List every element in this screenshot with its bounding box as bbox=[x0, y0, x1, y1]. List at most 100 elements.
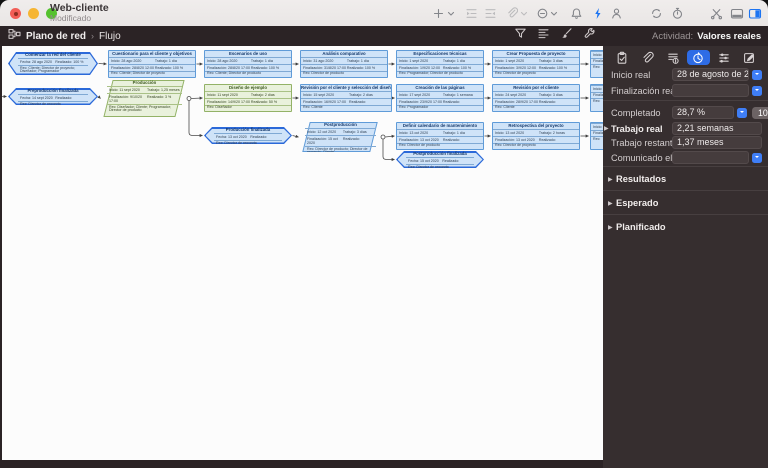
node-title: Revisión por el cliente bbox=[493, 85, 579, 92]
node-title: Definir calendario de mantenimiento bbox=[397, 123, 483, 130]
network-view-icon bbox=[8, 27, 21, 45]
field-label: Completado bbox=[611, 108, 672, 118]
notifications-bell-icon[interactable] bbox=[570, 7, 583, 20]
breadcrumb-view-name[interactable]: Plano de red bbox=[26, 31, 86, 42]
divider bbox=[603, 214, 768, 215]
tab-notes pencil-square-icon[interactable] bbox=[738, 50, 761, 65]
inicio-real-value[interactable]: 28 de agosto de 2020, 0:00 bbox=[672, 68, 749, 81]
outdent-icon[interactable] bbox=[484, 7, 497, 20]
field-completado: Completado 28,7 % 100 % bbox=[611, 106, 762, 119]
node-title: Revisión por el cliente y selección del … bbox=[301, 85, 391, 92]
field-trabajo-real: ▶ Trabajo real 2,21 semanas bbox=[604, 122, 762, 135]
diagram-node-creacion[interactable]: Creación de las páginasInicio: 17 sept 2… bbox=[396, 84, 484, 112]
format-icon[interactable] bbox=[537, 27, 550, 45]
status-circle-icon[interactable] bbox=[536, 7, 549, 20]
diagram-node-m-prod-fin[interactable]: Producción finalizadaFecha: 13 oct 2020R… bbox=[204, 127, 292, 144]
cut-scissors-icon[interactable] bbox=[710, 7, 723, 20]
section-label: Esperado bbox=[616, 198, 658, 208]
diagram-node-m-postprod-fin[interactable]: Postproducción finalizadaFecha: 15 oct 2… bbox=[396, 151, 484, 168]
diagram-node-cut2[interactable]: Inicio: Trabajo: Finalización: Realizado… bbox=[590, 84, 603, 112]
view-options bbox=[514, 26, 596, 46]
finalizacion-real-dropdown-button[interactable] bbox=[752, 86, 762, 96]
settings-wrench-icon[interactable] bbox=[583, 27, 596, 45]
diagram-node-produccion[interactable]: ProducciónInicio: 11 sept 2020Trabajo: 1… bbox=[102, 80, 186, 117]
diagram-node-analisis[interactable]: Análisis comparativoInicio: 31 ago 2020T… bbox=[300, 50, 388, 78]
diagram-node-calendario[interactable]: Definir calendario de mantenimientoInici… bbox=[396, 122, 484, 150]
tab-general clipboard-check-icon[interactable] bbox=[610, 50, 633, 65]
chevron-down-icon[interactable] bbox=[550, 7, 558, 20]
style-brush-icon[interactable] bbox=[560, 27, 573, 45]
breadcrumb-view-style[interactable]: Flujo bbox=[99, 31, 121, 42]
diagram-node-propuesta[interactable]: Crear Propuesta de proyectoInicio: 1 sep… bbox=[492, 50, 580, 78]
diagram-node-cut1[interactable]: Inicio: Trabajo: Finalización: Realizado… bbox=[590, 50, 603, 78]
stopwatch-icon[interactable] bbox=[671, 7, 684, 20]
diagram-node-escenarios[interactable]: Escenarios de usoInicio: 28 ago 2020Trab… bbox=[204, 50, 292, 78]
node-title: Escenarios de uso bbox=[205, 51, 291, 58]
tab-settings sliders-icon[interactable] bbox=[712, 50, 735, 65]
diagram-node-m-preprod[interactable]: Preproducción finalizadaFecha: 14 sept 2… bbox=[8, 88, 98, 105]
diagram-node-m-start[interactable]: Comenzar la red del clienteFecha: 28 ago… bbox=[8, 52, 98, 75]
add-icon[interactable] bbox=[432, 7, 445, 20]
document-status: Modificado bbox=[50, 13, 109, 23]
comunicado-el-dropdown-button[interactable] bbox=[752, 153, 762, 163]
section-label: Planificado bbox=[616, 222, 666, 232]
diagram-node-cut3[interactable]: Inicio: Trabajo: Finalización: Realizado… bbox=[590, 122, 603, 150]
field-finalizacion-real: Finalización real bbox=[611, 84, 762, 97]
disclosure-triangle-icon[interactable]: ▶ bbox=[608, 200, 616, 207]
close-window-button[interactable] bbox=[10, 8, 21, 19]
trabajo-real-value[interactable]: 2,21 semanas bbox=[672, 122, 762, 135]
tab-attachments paperclip-icon[interactable] bbox=[636, 50, 659, 65]
disclosure-triangle-icon[interactable]: ▶ bbox=[608, 224, 616, 231]
diagram-node-cuestionario[interactable]: Cuestionario para el cliente y objetivos… bbox=[108, 50, 196, 78]
panel-bottom-icon[interactable] bbox=[730, 7, 744, 20]
titlebar: Web-cliente Modificado bbox=[0, 0, 768, 27]
node-title: Especificaciones técnicas bbox=[397, 51, 483, 58]
view-bar: Plano de red › Flujo Actividad: Valores … bbox=[0, 26, 768, 46]
field-inicio-real: Inicio real 28 de agosto de 2020, 0:00 bbox=[611, 68, 762, 81]
minimize-window-button[interactable] bbox=[28, 8, 39, 19]
node-title: Producción finalizada bbox=[214, 127, 282, 134]
chevron-down-icon[interactable] bbox=[520, 7, 528, 20]
diagram-node-especificaciones[interactable]: Especificaciones técnicasInicio: 1 sept … bbox=[396, 50, 484, 78]
section-planificado[interactable]: ▶ Planificado bbox=[608, 221, 666, 233]
finalizacion-real-value[interactable] bbox=[672, 84, 749, 97]
section-resultados[interactable]: ▶ Resultados bbox=[608, 173, 666, 185]
main-toolbar bbox=[432, 0, 762, 26]
diagram-node-postproduccion[interactable]: PostproducciónInicio: 12 oct 2020Trabajo… bbox=[300, 122, 380, 152]
comunicado-el-value[interactable] bbox=[672, 151, 749, 164]
diagram-node-diseno[interactable]: Diseño de ejemploInicio: 11 sept 2020Tra… bbox=[204, 84, 292, 112]
completado-value[interactable]: 28,7 % bbox=[672, 106, 734, 119]
sync-icon[interactable] bbox=[650, 7, 663, 20]
diagram-node-retrospectiva[interactable]: Retrospectiva del proyectoInicio: 13 oct… bbox=[492, 122, 580, 150]
node-title: Creación de las páginas bbox=[397, 85, 483, 92]
inicio-real-dropdown-button[interactable] bbox=[752, 70, 762, 80]
divider bbox=[603, 166, 768, 167]
indent-icon[interactable] bbox=[465, 7, 478, 20]
breadcrumb[interactable]: Plano de red › Flujo bbox=[8, 26, 121, 46]
network-canvas[interactable]: Comenzar la red del clienteFecha: 28 ago… bbox=[2, 46, 603, 460]
tab-finances list-coin-icon[interactable] bbox=[661, 50, 684, 65]
filter-icon[interactable] bbox=[514, 27, 527, 45]
field-label: Comunicado el bbox=[611, 153, 672, 163]
diagram-node-revision-cliente[interactable]: Revisión por el clienteInicio: 24 sept 2… bbox=[492, 84, 580, 112]
chevron-down-icon[interactable] bbox=[447, 7, 455, 20]
node-title: Preproducción finalizada bbox=[18, 88, 88, 95]
document-title-block: Web-cliente Modificado bbox=[50, 3, 109, 23]
panel-right-icon[interactable] bbox=[748, 7, 762, 20]
disclosure-triangle-icon[interactable]: ▶ bbox=[604, 125, 611, 132]
activity-value: Valores reales bbox=[697, 31, 761, 42]
disclosure-triangle-icon[interactable]: ▶ bbox=[608, 176, 616, 183]
document-title: Web-cliente bbox=[50, 3, 109, 13]
trabajo-restante-value[interactable]: 1,37 meses bbox=[672, 136, 762, 149]
tab-actual-values clock-rotate-icon[interactable] bbox=[687, 50, 710, 65]
conflicts-bolt-icon[interactable] bbox=[592, 7, 603, 20]
diagram-node-revision-diseno[interactable]: Revisión por el cliente y selección del … bbox=[300, 84, 392, 112]
divider bbox=[603, 100, 768, 101]
attachment-icon[interactable] bbox=[505, 7, 518, 20]
inspector-context: Actividad: Valores reales bbox=[652, 26, 761, 46]
resources-person-icon[interactable] bbox=[610, 7, 623, 20]
section-esperado[interactable]: ▶ Esperado bbox=[608, 197, 658, 209]
completado-100-button[interactable]: 100 % bbox=[752, 107, 768, 119]
completado-dropdown-button[interactable] bbox=[737, 108, 747, 118]
breadcrumb-separator: › bbox=[91, 31, 94, 41]
